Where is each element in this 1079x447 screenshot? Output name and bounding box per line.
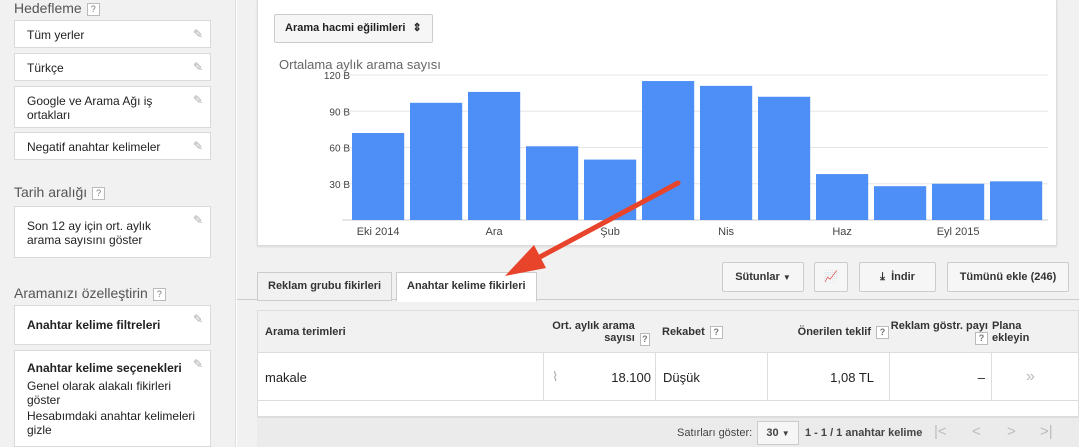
edit-icon[interactable]: ✎: [193, 357, 203, 371]
keyword-table: Arama terimleri Ort. aylık arama sayısı?…: [257, 310, 1079, 417]
cell-impr-share: –: [889, 353, 991, 401]
keyword-filters[interactable]: Anahtar kelime filtreleri ✎: [14, 305, 211, 345]
x-tick-label: Ara: [486, 226, 504, 238]
col-avg-searches[interactable]: Ort. aylık arama sayısı?: [548, 311, 650, 353]
bar: [526, 146, 579, 220]
col-add-to-plan: Plana ekleyin: [992, 320, 1030, 344]
rows-per-page-select[interactable]: 30 ▼: [757, 421, 799, 445]
x-tick-label: Nis: [718, 226, 734, 238]
add-to-plan-button[interactable]: »: [991, 353, 1079, 401]
chevron-down-icon: ▼: [782, 273, 791, 282]
edit-icon[interactable]: ✎: [193, 93, 203, 107]
cell-avg: ⌇ 18.100: [543, 353, 651, 401]
download-button[interactable]: ⤓ İndir: [859, 262, 936, 292]
x-tick-label: Şub: [600, 226, 620, 238]
y-tick-label: 90 B: [329, 107, 350, 118]
chevron-down-icon: ▼: [781, 429, 790, 438]
bar-chart: 30 B 60 B 90 B 120 B Eki 2014 Ara Şub Nis Haz Eyl…: [324, 71, 1048, 238]
col-suggested-bid[interactable]: Önerilen teklif?: [779, 311, 889, 353]
edit-icon[interactable]: ✎: [193, 139, 203, 153]
targeting-language[interactable]: Türkçe ✎: [14, 53, 211, 81]
y-tick-label: 120 B: [324, 71, 350, 82]
negative-keywords[interactable]: Negatif anahtar kelimeler ✎: [14, 132, 211, 160]
chart-panel: Arama hacmi eğilimleri ⇕ Ortalama aylık …: [257, 0, 1057, 246]
rows-label: Satırları göster:: [677, 427, 753, 439]
keyword-options[interactable]: Anahtar kelime seçenekleri Genel olarak …: [14, 350, 211, 447]
edit-icon[interactable]: ✎: [193, 213, 203, 227]
bar: [874, 186, 927, 220]
add-all-button[interactable]: Tümünü ekle (246): [947, 262, 1069, 292]
first-page-icon[interactable]: |<: [934, 423, 947, 440]
sidebar: Hedefleme? Tüm yerler ✎ Türkçe ✎ Google ve…: [0, 0, 236, 447]
bar: [584, 159, 637, 220]
help-icon[interactable]: ?: [92, 186, 106, 200]
date-range-title: Tarih aralığı?: [14, 184, 106, 200]
help-icon[interactable]: ?: [86, 2, 100, 16]
table-row[interactable]: makale ⌇ 18.100 Düşük 1,08 TL – »: [258, 353, 1078, 401]
y-tick-label: 60 B: [329, 144, 350, 155]
pagination-bar: Satırları göster: 30 ▼ 1 - 1 / 1 anahtar…: [257, 417, 1079, 447]
edit-icon[interactable]: ✎: [193, 312, 203, 326]
bar: [758, 96, 811, 220]
x-tick-label: Eyl 2015: [937, 226, 980, 238]
next-page-icon[interactable]: >: [1007, 423, 1016, 440]
cell-competition: Düşük: [655, 353, 767, 401]
bar: [352, 133, 405, 220]
bar: [816, 174, 869, 220]
targeting-title: Hedefleme?: [14, 0, 100, 16]
page-range: 1 - 1 / 1 anahtar kelime: [805, 427, 923, 439]
tab-bar: Reklam grubu fikirleri Anahtar kelime fi…: [237, 262, 1079, 302]
date-range-card[interactable]: Son 12 ay için ort. aylık arama sayısını…: [14, 206, 211, 258]
last-page-icon[interactable]: >|: [1040, 423, 1053, 440]
table-spacer: [258, 401, 1078, 416]
edit-icon[interactable]: ✎: [193, 27, 203, 41]
help-icon[interactable]: ?: [152, 287, 166, 301]
bar: [700, 85, 753, 220]
cell-bid: 1,08 TL: [767, 353, 889, 401]
bar: [410, 102, 463, 220]
tab-ad-group-ideas[interactable]: Reklam grubu fikirleri: [257, 272, 393, 301]
columns-button[interactable]: Sütunlar ▼: [722, 262, 804, 292]
col-impr-share[interactable]: Reklam göstr. payı?: [888, 311, 988, 353]
help-icon[interactable]: ?: [639, 333, 650, 346]
bar: [932, 183, 985, 220]
edit-icon[interactable]: ✎: [193, 60, 203, 74]
tab-keyword-ideas[interactable]: Anahtar kelime fikirleri: [396, 272, 537, 302]
table-header: Arama terimleri Ort. aylık arama sayısı?…: [258, 311, 1078, 353]
help-icon[interactable]: ?: [975, 331, 988, 345]
trend-icon[interactable]: ⌇: [552, 369, 558, 385]
customize-title: Aramanızı özelleştirin?: [14, 285, 166, 301]
chart-toggle-button[interactable]: 📈: [814, 262, 848, 292]
targeting-network[interactable]: Google ve Arama Ağı iş ortakları ✎: [14, 86, 211, 128]
x-tick-label: Eki 2014: [357, 226, 400, 238]
x-tick-label: Haz: [832, 226, 852, 238]
col-search-terms[interactable]: Arama terimleri: [265, 311, 346, 353]
col-competition[interactable]: Rekabet?: [662, 311, 723, 353]
y-tick-label: 30 B: [329, 180, 350, 191]
bar: [642, 81, 695, 221]
cell-term[interactable]: makale: [265, 353, 307, 401]
bar: [990, 181, 1043, 220]
download-icon: ⤓: [880, 271, 885, 283]
line-chart-icon: 📈: [824, 271, 838, 283]
prev-page-icon[interactable]: <: [972, 423, 981, 440]
help-icon[interactable]: ?: [709, 325, 723, 339]
main-panel: Arama hacmi eğilimleri ⇕ Ortalama aylık …: [237, 0, 1079, 447]
bar: [468, 91, 521, 221]
targeting-location[interactable]: Tüm yerler ✎: [14, 20, 211, 48]
